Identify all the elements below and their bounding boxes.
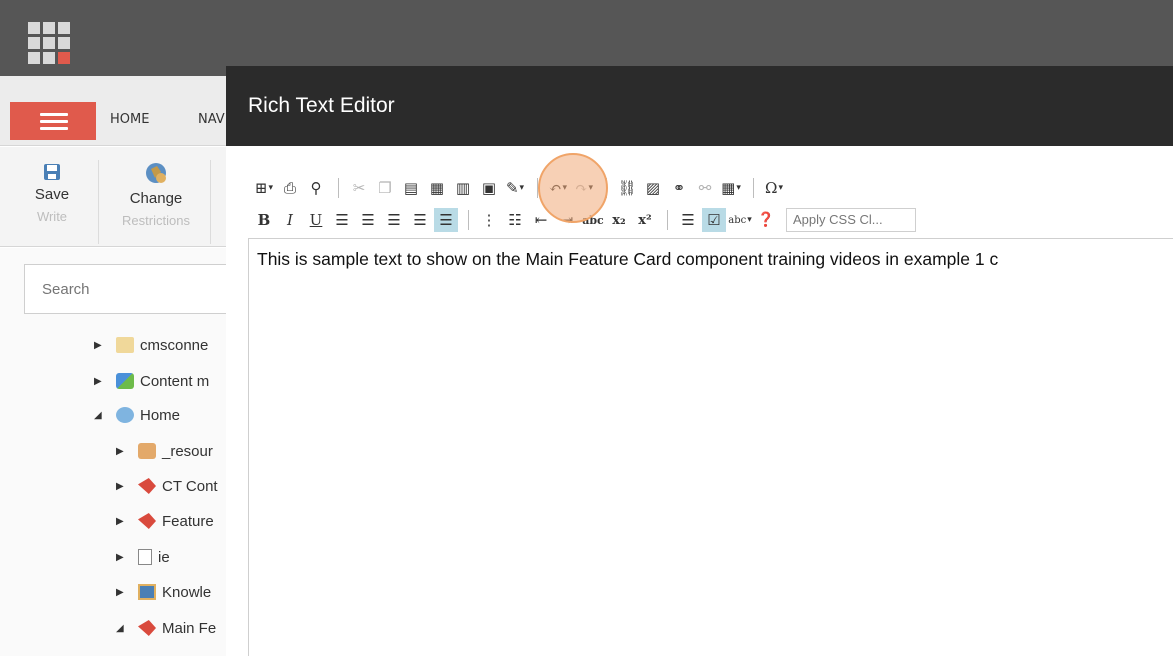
- save-label: Save: [34, 186, 70, 203]
- align-right-icon[interactable]: ☰: [382, 208, 406, 232]
- special-char-icon[interactable]: Ω: [762, 176, 786, 200]
- restrictions-label: Restrictions: [122, 213, 190, 228]
- change-restrictions-icon: [146, 163, 166, 183]
- change-restrictions-button[interactable]: Change Restrictions: [108, 160, 204, 228]
- expand-arrow-icon[interactable]: ▶: [116, 587, 126, 598]
- tree-item-label: _resour: [162, 442, 213, 460]
- spellcheck-icon[interactable]: abc: [728, 208, 752, 232]
- tree-item[interactable]: ▶ Feature: [116, 509, 214, 533]
- click-highlight-indicator: [538, 153, 608, 223]
- find-icon[interactable]: ⚲: [304, 176, 328, 200]
- paste-icon[interactable]: ▤: [399, 176, 423, 200]
- table-icon[interactable]: ▦: [719, 176, 743, 200]
- rich-text-editor-dialog: Rich Text Editor ⊞ ⎙ ⚲ ✂ ❐ ▤ ▦ ▥ ▣ ✎ ↶ ↷…: [226, 66, 1173, 656]
- folder-icon: [116, 337, 134, 353]
- bullet-list-icon[interactable]: ☷: [503, 208, 527, 232]
- copy-icon[interactable]: ❐: [373, 176, 397, 200]
- component-icon: [138, 513, 156, 529]
- toolbar-separator: [468, 210, 469, 230]
- tree-item[interactable]: ◢ Main Fe: [116, 616, 216, 640]
- search-field[interactable]: [24, 264, 230, 314]
- save-icon: [44, 164, 60, 180]
- unlink-icon[interactable]: ⚯: [693, 176, 717, 200]
- tree-item-label: Feature: [162, 512, 214, 530]
- superscript-icon[interactable]: x²: [633, 208, 657, 232]
- expand-arrow-icon[interactable]: ▶: [94, 340, 104, 351]
- tree-item-label: Home: [140, 406, 181, 424]
- italic-icon[interactable]: I: [278, 208, 302, 232]
- toolbar-separator: [667, 210, 668, 230]
- knowledge-icon: [138, 584, 156, 600]
- tree-item-label: Knowle: [162, 583, 212, 601]
- hamburger-menu-icon[interactable]: [10, 102, 96, 140]
- bold-icon[interactable]: B: [252, 208, 276, 232]
- tree-item-label: Content m: [140, 372, 210, 390]
- strike-through-icon[interactable]: ☰: [434, 208, 458, 232]
- editor-content-area[interactable]: This is sample text to show on the Main …: [248, 238, 1173, 656]
- top-bar: [0, 0, 1173, 76]
- expand-arrow-icon[interactable]: ▶: [116, 552, 126, 563]
- toolbar-row-1: ⊞ ⎙ ⚲ ✂ ❐ ▤ ▦ ▥ ▣ ✎ ↶ ↷ ⛓ ▨ ⚭ ⚯ ▦ Ω: [252, 174, 788, 202]
- expand-arrow-icon[interactable]: ▶: [116, 446, 126, 457]
- toolbar-separator: [338, 178, 339, 198]
- tree-item[interactable]: ▶ cmsconne: [94, 333, 208, 357]
- add-icon[interactable]: ⊞: [252, 176, 276, 200]
- toolbar-separator: [753, 178, 754, 198]
- underline-icon[interactable]: U: [304, 208, 328, 232]
- subscript-icon[interactable]: x₂: [607, 208, 631, 232]
- format-stripper-icon[interactable]: ✎: [503, 176, 527, 200]
- dialog-header: Rich Text Editor: [226, 66, 1173, 146]
- app-launcher-icon[interactable]: [28, 22, 72, 64]
- collapse-arrow-icon[interactable]: ◢: [116, 623, 126, 634]
- align-left-icon[interactable]: ☰: [330, 208, 354, 232]
- dialog-title: Rich Text Editor: [248, 94, 395, 117]
- expand-arrow-icon[interactable]: ▶: [116, 481, 126, 492]
- page-icon: [138, 549, 152, 565]
- expand-arrow-icon[interactable]: ▶: [116, 516, 126, 527]
- home-icon: [116, 407, 134, 423]
- print-icon[interactable]: ⎙: [278, 176, 302, 200]
- numbered-list-icon[interactable]: ⋮: [477, 208, 501, 232]
- align-center-icon[interactable]: ☰: [356, 208, 380, 232]
- cut-icon[interactable]: ✂: [347, 176, 371, 200]
- tab-home[interactable]: HOME: [110, 112, 149, 127]
- write-label: Write: [36, 209, 68, 224]
- paste-word-icon[interactable]: ▦: [425, 176, 449, 200]
- horizontal-rule-icon[interactable]: ☰: [676, 208, 700, 232]
- tree-item-label: Main Fe: [162, 619, 217, 637]
- search-input[interactable]: [25, 265, 229, 313]
- tree-item[interactable]: ▶ Knowle: [116, 580, 211, 604]
- tree-item[interactable]: ◢ Home: [94, 403, 180, 427]
- save-button[interactable]: Save Write: [26, 162, 78, 224]
- tree-item[interactable]: ▶ CT Cont: [116, 474, 218, 498]
- help-icon[interactable]: ❓: [754, 208, 778, 232]
- editor-text[interactable]: This is sample text to show on the Main …: [257, 249, 998, 270]
- resource-icon: [138, 443, 156, 459]
- component-icon: [138, 620, 156, 636]
- tree-item[interactable]: ▶ _resour: [116, 439, 213, 463]
- justify-icon[interactable]: ☰: [408, 208, 432, 232]
- content-icon: [116, 373, 134, 389]
- link-icon[interactable]: ⛓: [615, 176, 639, 200]
- tree-item[interactable]: ▶ ie: [116, 545, 170, 569]
- expand-arrow-icon[interactable]: ▶: [94, 376, 104, 387]
- tree-item-label: ie: [158, 548, 170, 566]
- change-label: Change: [129, 190, 183, 207]
- paste-plain-icon[interactable]: ▥: [451, 176, 475, 200]
- tab-navigate[interactable]: NAV: [198, 112, 225, 127]
- design-mode-icon[interactable]: ☑: [702, 208, 726, 232]
- collapse-arrow-icon[interactable]: ◢: [94, 410, 104, 421]
- image-icon[interactable]: ▨: [641, 176, 665, 200]
- tree-item[interactable]: ▶ Content m: [94, 369, 209, 393]
- tree-item-label: cmsconne: [140, 336, 209, 354]
- tree-item-label: CT Cont: [162, 477, 218, 495]
- paste-html-icon[interactable]: ▣: [477, 176, 501, 200]
- apply-css-class-select[interactable]: Apply CSS Cl...: [786, 208, 916, 232]
- component-icon: [138, 478, 156, 494]
- link-manager-icon[interactable]: ⚭: [667, 176, 691, 200]
